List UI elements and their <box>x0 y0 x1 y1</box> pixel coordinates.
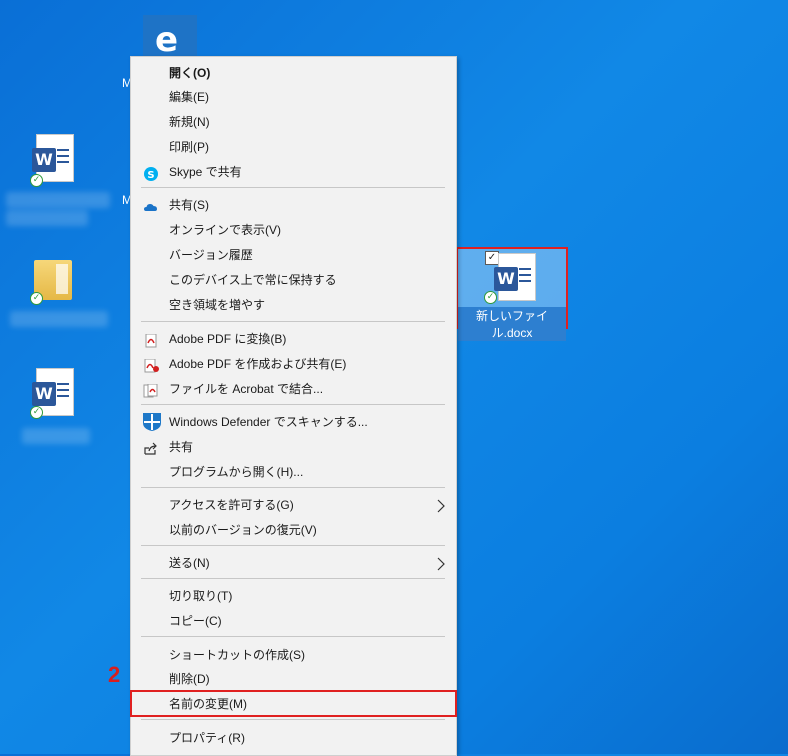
menu-item-view-online[interactable]: オンラインで表示(V) <box>131 218 456 242</box>
selection-checkbox-icon[interactable]: ✓ <box>485 251 499 265</box>
menu-item-open-with[interactable]: プログラムから開く(H)... <box>131 460 456 484</box>
menu-item-version-history[interactable]: バージョン履歴 <box>131 243 456 267</box>
menu-item-onedrive-share[interactable]: 共有(S) <box>131 193 456 217</box>
context-menu: 開く(O) 編集(E) 新規(N) 印刷(P) S Skype で共有 共有(S… <box>130 56 457 756</box>
menu-item-skype-share[interactable]: S Skype で共有 <box>131 160 456 184</box>
desktop-folder[interactable]: ✓ <box>22 252 92 312</box>
menu-separator <box>141 404 445 405</box>
sync-check-icon: ✓ <box>484 291 497 304</box>
menu-separator <box>141 487 445 488</box>
menu-item-restore-versions[interactable]: 以前のバージョンの復元(V) <box>131 518 456 542</box>
desktop-word-file-1[interactable]: W ✓ <box>22 132 92 192</box>
skype-icon: S <box>143 165 159 181</box>
desktop-word-file-2[interactable]: W ✓ <box>22 366 92 426</box>
menu-separator <box>141 719 445 720</box>
menu-item-print[interactable]: 印刷(P) <box>131 135 456 159</box>
blurred-filename <box>22 428 90 444</box>
menu-item-keep-on-device[interactable]: このデバイス上で常に保持する <box>131 268 456 292</box>
menu-item-send-to[interactable]: 送る(N) <box>131 551 456 575</box>
menu-item-edit[interactable]: 編集(E) <box>131 85 456 109</box>
step-number-2: 2 <box>108 662 121 687</box>
menu-item-defender-scan[interactable]: Windows Defender でスキャンする... <box>131 410 456 434</box>
menu-item-combine-acrobat[interactable]: ファイルを Acrobat で結合... <box>131 377 456 401</box>
menu-item-create-shortcut[interactable]: ショートカットの作成(S) <box>131 643 456 667</box>
menu-item-create-share-adobe-pdf[interactable]: Adobe PDF を作成および共有(E) <box>131 352 456 376</box>
menu-separator <box>141 545 445 546</box>
menu-item-give-access[interactable]: アクセスを許可する(G) <box>131 493 456 517</box>
blurred-filename <box>10 311 108 327</box>
svg-text:S: S <box>147 170 154 181</box>
menu-item-free-up-space[interactable]: 空き領域を増やす <box>131 293 456 317</box>
menu-item-open[interactable]: 開く(O) <box>131 61 456 85</box>
adobe-pdf-share-icon <box>143 357 159 373</box>
menu-separator <box>141 578 445 579</box>
menu-item-convert-adobe-pdf[interactable]: Adobe PDF に変換(B) <box>131 327 456 351</box>
blurred-filename <box>6 210 88 226</box>
menu-item-new[interactable]: 新規(N) <box>131 110 456 134</box>
blurred-filename <box>6 192 110 208</box>
rename-highlight-box <box>130 690 457 717</box>
windows-defender-icon <box>141 412 163 432</box>
chevron-right-icon <box>436 555 446 571</box>
menu-item-properties[interactable]: プロパティ(R) <box>131 726 456 750</box>
onedrive-cloud-icon <box>143 198 159 212</box>
selected-file-label: 新しいファイル.docx <box>458 307 566 341</box>
sync-check-icon: ✓ <box>30 292 43 305</box>
adobe-pdf-icon <box>143 332 159 348</box>
chevron-right-icon <box>436 497 446 513</box>
selected-word-file[interactable]: ✓ W ✓ 新しいファイル.docx <box>458 249 566 341</box>
sync-check-icon: ✓ <box>30 174 43 187</box>
word-logo-icon: W <box>32 148 56 172</box>
menu-item-cut[interactable]: 切り取り(T) <box>131 584 456 608</box>
word-logo-icon: W <box>32 382 56 406</box>
menu-item-delete[interactable]: 削除(D) <box>131 667 456 691</box>
menu-separator <box>141 187 445 188</box>
word-logo-icon: W <box>494 267 518 291</box>
menu-separator <box>141 321 445 322</box>
menu-item-share[interactable]: 共有 <box>131 435 456 459</box>
acrobat-combine-icon <box>143 382 159 398</box>
sync-check-icon: ✓ <box>30 406 43 419</box>
menu-separator <box>141 636 445 637</box>
share-icon <box>143 440 159 455</box>
menu-item-copy[interactable]: コピー(C) <box>131 609 456 633</box>
